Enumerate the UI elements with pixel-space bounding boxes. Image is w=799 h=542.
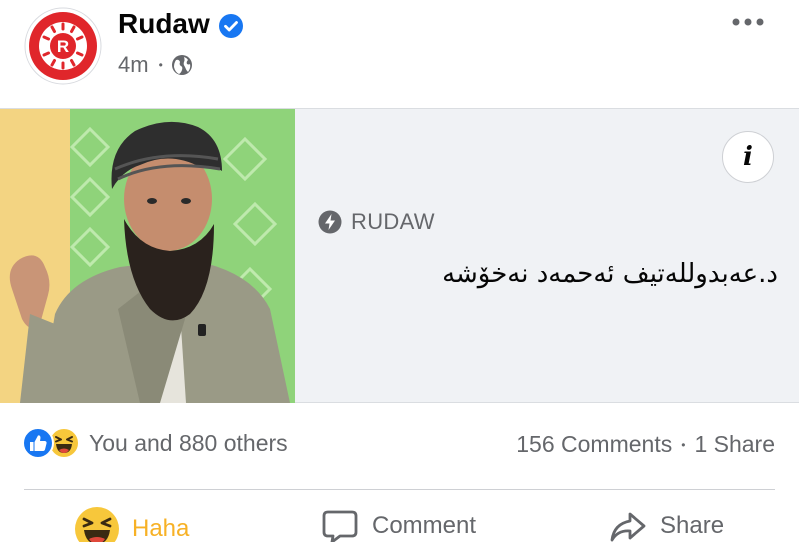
share-button[interactable]: Share <box>608 506 724 542</box>
react-button[interactable]: Haha <box>74 506 189 542</box>
comment-count[interactable]: 156 Comments <box>516 431 672 458</box>
more-options-icon[interactable] <box>726 8 770 36</box>
globe-icon <box>171 55 192 75</box>
info-button[interactable]: i <box>722 131 774 183</box>
link-preview-card[interactable]: i RUDAW د.عەبدوللەتیف ئەحمەد نەخۆشە <box>0 108 799 403</box>
rudaw-logo-icon: R <box>57 37 69 56</box>
like-reaction-icon <box>22 427 54 459</box>
link-source-label: RUDAW <box>351 209 435 234</box>
link-headline[interactable]: د.عەبدوللەتیف ئەحمەد نەخۆشە <box>300 259 778 289</box>
post-stats: You and 880 others 156 Comments • 1 Shar… <box>0 403 799 489</box>
info-icon: i <box>743 142 753 172</box>
reaction-summary[interactable]: You and 880 others <box>22 427 288 459</box>
reaction-count-text: You and 880 others <box>89 429 288 456</box>
comment-button-label: Comment <box>372 512 477 539</box>
counts-separator: • <box>681 437 686 452</box>
page-avatar[interactable]: R <box>24 7 102 85</box>
share-icon <box>610 512 646 542</box>
page-name[interactable]: Rudaw <box>118 8 210 40</box>
post-meta: 4m • <box>118 52 193 78</box>
engagement-counts: 156 Comments • 1 Share <box>516 431 775 458</box>
verified-badge-icon <box>219 14 243 38</box>
post-time[interactable]: 4m <box>118 52 149 78</box>
link-thumbnail-image[interactable] <box>0 109 295 403</box>
share-button-label: Share <box>660 512 725 539</box>
react-button-label: Haha <box>132 515 190 542</box>
post-header: R Rudaw 4m • <box>0 0 799 108</box>
haha-reaction-icon <box>75 507 119 542</box>
bolt-icon <box>318 210 342 234</box>
share-count[interactable]: 1 Share <box>694 431 775 458</box>
link-source: RUDAW <box>318 209 435 235</box>
meta-separator: • <box>158 58 163 72</box>
stats-divider <box>24 489 775 490</box>
comment-icon <box>322 510 358 542</box>
comment-button[interactable]: Comment <box>320 506 476 542</box>
